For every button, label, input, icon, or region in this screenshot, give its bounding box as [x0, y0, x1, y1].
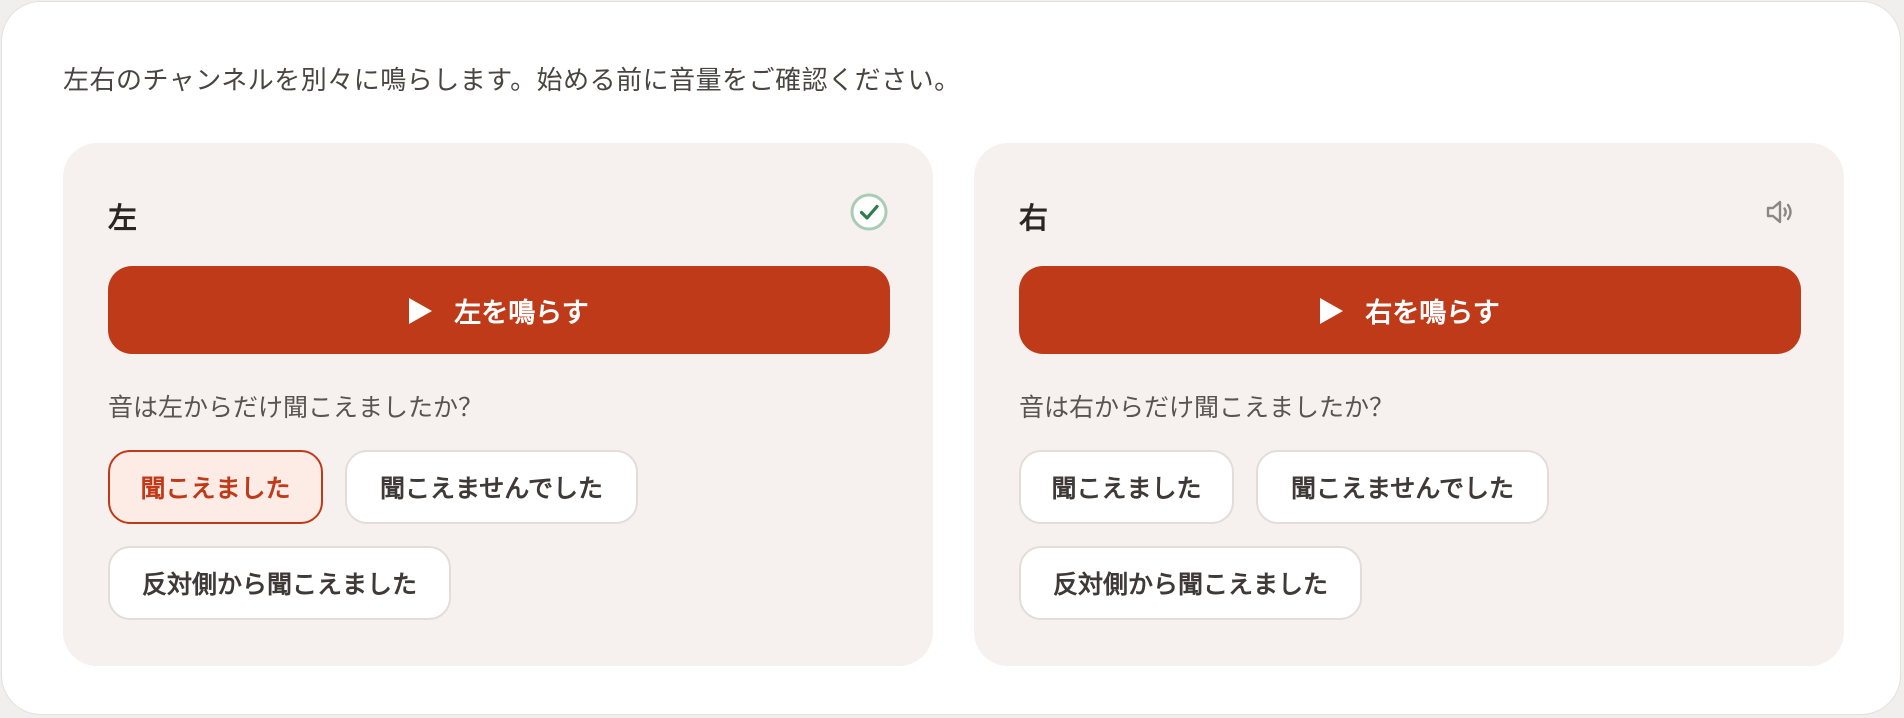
- speaker-icon: [1760, 192, 1800, 232]
- channel-test-card: 左右のチャンネルを別々に鳴らします。始める前に音量をご確認ください。 左 左を鳴…: [1, 1, 1901, 715]
- play-icon: [1320, 297, 1344, 324]
- panel-title: 左: [108, 201, 138, 235]
- answer-opposite-side-button[interactable]: 反対側から聞こえました: [108, 546, 451, 620]
- answer-not-heard-button[interactable]: 聞こえませんでした: [345, 450, 638, 524]
- answer-not-heard-button[interactable]: 聞こえませんでした: [1256, 450, 1549, 524]
- question-text: 音は左からだけ聞こえましたか？: [108, 393, 484, 422]
- answer-heard-button[interactable]: 聞こえました: [108, 450, 323, 524]
- play-left-button[interactable]: 左を鳴らす: [108, 266, 890, 354]
- answer-heard-button[interactable]: 聞こえました: [1019, 450, 1234, 524]
- play-icon: [409, 297, 433, 324]
- intro-text: 左右のチャンネルを別々に鳴らします。始める前に音量をご確認ください。: [63, 66, 961, 96]
- play-right-button[interactable]: 右を鳴らす: [1019, 266, 1801, 354]
- play-button-label: 右を鳴らす: [1365, 297, 1500, 329]
- question-text: 音は右からだけ聞こえましたか？: [1019, 393, 1395, 422]
- play-button-label: 左を鳴らす: [454, 297, 589, 329]
- answer-opposite-side-button[interactable]: 反対側から聞こえました: [1019, 546, 1362, 620]
- channel-panel-left: 左 左を鳴らす 音は左からだけ聞こえましたか？ 聞こえました 聞こえませんでした…: [63, 143, 933, 666]
- panel-title: 右: [1019, 201, 1049, 235]
- channel-panel-right: 右 右を鳴らす 音は右からだけ聞こえましたか？ 聞こえました 聞こえませんでした…: [974, 143, 1844, 666]
- check-circle-icon: [849, 192, 889, 232]
